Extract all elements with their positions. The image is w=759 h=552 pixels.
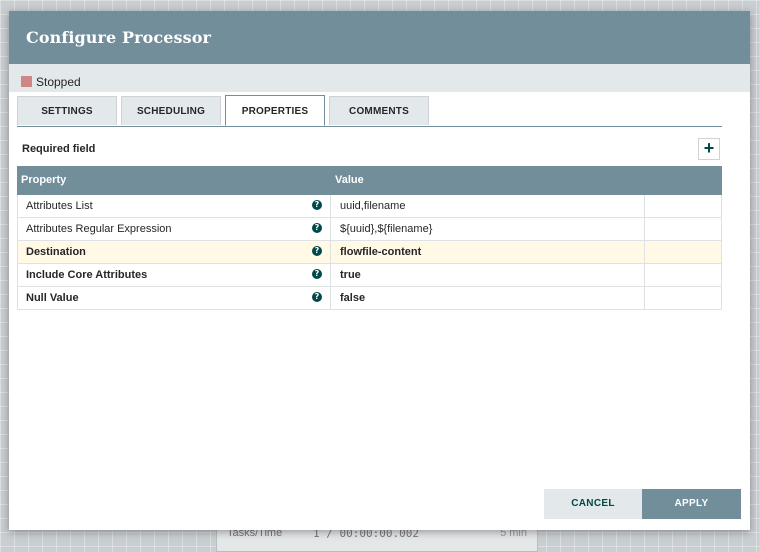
help-icon[interactable]: ?	[312, 246, 322, 256]
property-name: Null Value	[26, 292, 79, 304]
value-cell[interactable]: false	[331, 287, 645, 309]
help-icon[interactable]: ?	[312, 200, 322, 210]
property-name: Attributes List	[26, 200, 93, 212]
action-cell	[645, 241, 721, 263]
table-row[interactable]: Destination ? flowfile-content	[17, 241, 722, 264]
tab-scheduling[interactable]: SCHEDULING	[121, 96, 221, 125]
tab-bar: SETTINGS SCHEDULING PROPERTIES COMMENTS	[17, 95, 722, 127]
column-header-value[interactable]: Value	[331, 166, 722, 195]
action-cell	[645, 264, 721, 286]
tab-properties[interactable]: PROPERTIES	[225, 95, 325, 126]
value-cell[interactable]: flowfile-content	[331, 241, 645, 263]
action-cell	[645, 287, 721, 309]
help-icon[interactable]: ?	[312, 292, 322, 302]
property-name: Include Core Attributes	[26, 269, 148, 281]
dialog-footer: CANCEL APPLY	[544, 489, 741, 519]
table-row[interactable]: Attributes Regular Expression ? ${uuid},…	[17, 218, 722, 241]
property-cell: Attributes List ?	[18, 195, 331, 217]
column-header-property[interactable]: Property	[17, 166, 331, 195]
property-name: Destination	[26, 246, 86, 258]
status-label: Stopped	[36, 74, 81, 89]
table-row[interactable]: Null Value ? false	[17, 287, 722, 310]
add-property-button[interactable]: +	[698, 138, 720, 160]
value-cell[interactable]: true	[331, 264, 645, 286]
property-cell: Null Value ?	[18, 287, 331, 309]
value-cell[interactable]: uuid,filename	[331, 195, 645, 217]
plus-icon: +	[703, 138, 715, 158]
value-cell[interactable]: ${uuid},${filename}	[331, 218, 645, 240]
table-row[interactable]: Include Core Attributes ? true	[17, 264, 722, 287]
required-field-label: Required field	[22, 143, 96, 155]
table-row[interactable]: Attributes List ? uuid,filename	[17, 195, 722, 218]
tab-settings[interactable]: SETTINGS	[17, 96, 117, 125]
dialog-title: Configure Processor	[9, 11, 750, 64]
tab-comments[interactable]: COMMENTS	[329, 96, 429, 125]
action-cell	[645, 195, 721, 217]
property-cell: Destination ?	[18, 241, 331, 263]
apply-button[interactable]: APPLY	[642, 489, 741, 519]
property-cell: Include Core Attributes ?	[18, 264, 331, 286]
property-name: Attributes Regular Expression	[26, 223, 172, 235]
stopped-status-icon	[21, 76, 32, 87]
action-cell	[645, 218, 721, 240]
cancel-button[interactable]: CANCEL	[544, 489, 642, 519]
properties-table: Property Value Attributes List ? uuid,fi…	[17, 166, 722, 310]
table-header: Property Value	[17, 166, 722, 195]
property-cell: Attributes Regular Expression ?	[18, 218, 331, 240]
help-icon[interactable]: ?	[312, 223, 322, 233]
help-icon[interactable]: ?	[312, 269, 322, 279]
status-bar: Stopped	[9, 64, 750, 92]
